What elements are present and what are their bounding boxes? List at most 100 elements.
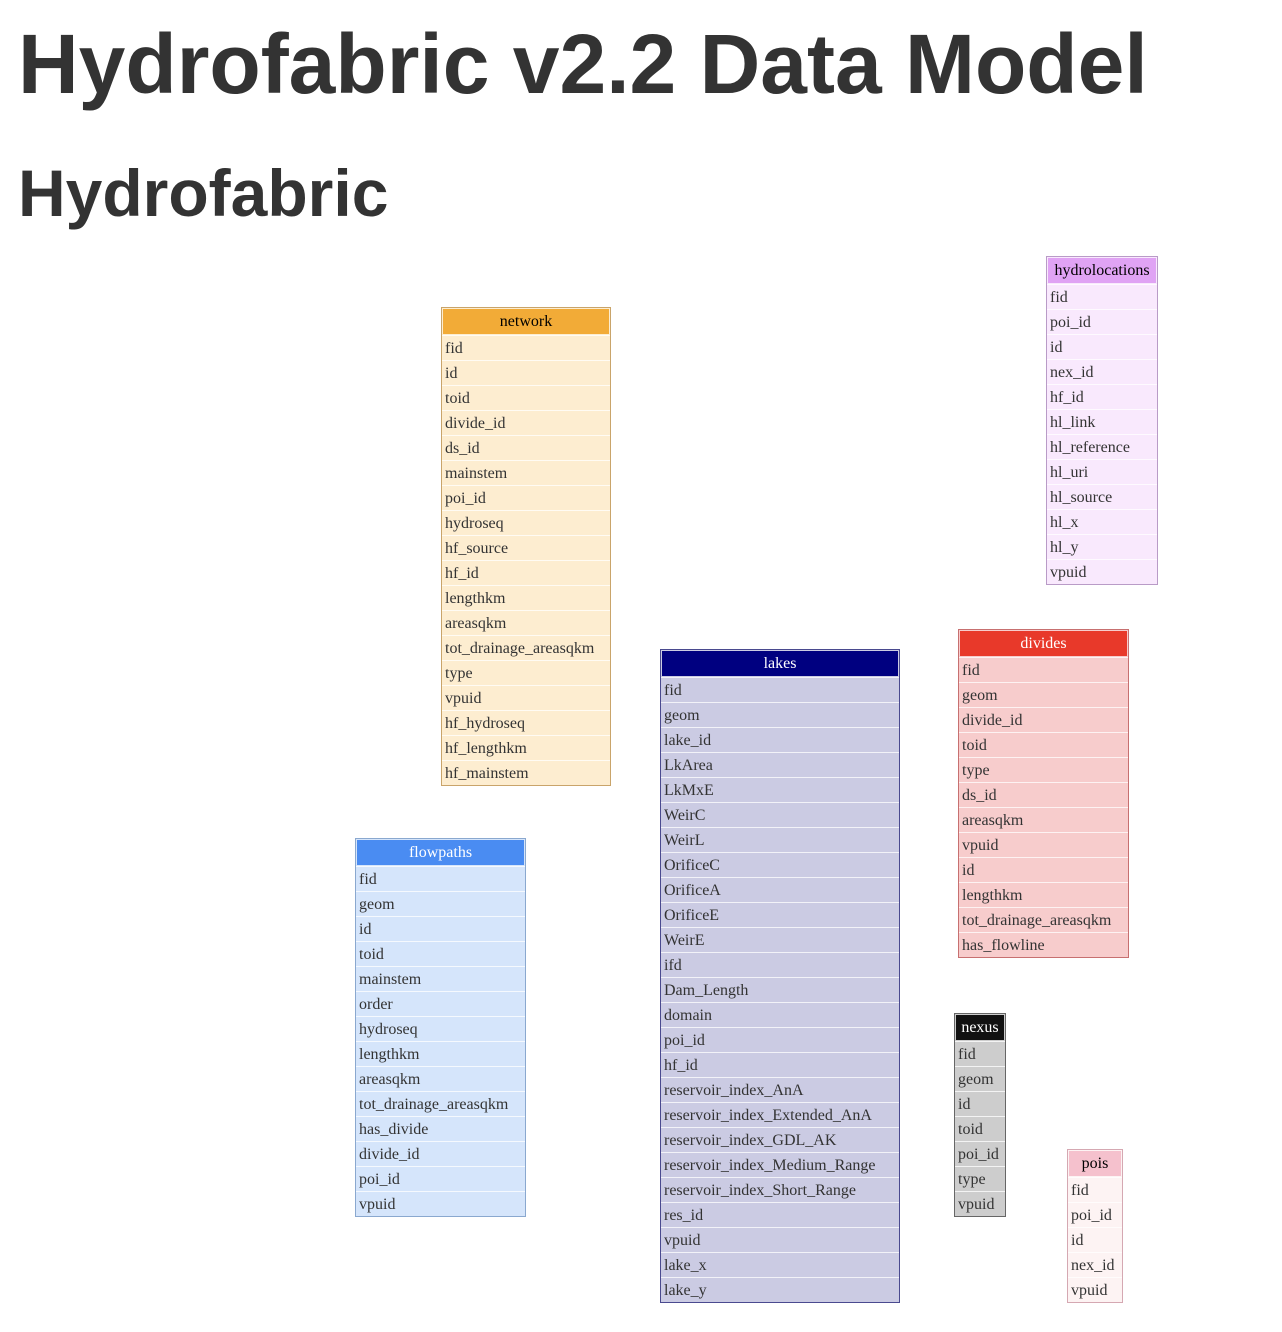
table-hydrolocations: hydrolocations fid poi_id id nex_id hf_id hl_l… <box>1046 256 1158 585</box>
table-field-row: areasqkm <box>959 807 1128 832</box>
table-field-row: reservoir_index_Short_Range <box>661 1177 899 1202</box>
table-field-row: hf_source <box>442 535 610 560</box>
table-field-row: geom <box>955 1066 1005 1091</box>
table-field-row: fid <box>442 335 610 360</box>
table-field-row: type <box>442 660 610 685</box>
table-field-row: tot_drainage_areasqkm <box>959 907 1128 932</box>
table-field-row: poi_id <box>1047 309 1157 334</box>
table-field-row: ds_id <box>959 782 1128 807</box>
table-field-row: hydroseq <box>356 1016 525 1041</box>
table-field-row: hl_link <box>1047 409 1157 434</box>
table-field-row: LkMxE <box>661 777 899 802</box>
table-field-row: hl_uri <box>1047 459 1157 484</box>
table-field-row: type <box>955 1166 1005 1191</box>
table-field-row: Dam_Length <box>661 977 899 1002</box>
table-field-row: toid <box>442 385 610 410</box>
table-field-row: lake_id <box>661 727 899 752</box>
table-field-row: WeirL <box>661 827 899 852</box>
table-field-row: LkArea <box>661 752 899 777</box>
table-field-row: vpuid <box>959 832 1128 857</box>
table-field-row: hl_reference <box>1047 434 1157 459</box>
table-field-row: has_divide <box>356 1116 525 1141</box>
table-field-row: poi_id <box>955 1141 1005 1166</box>
table-field-row: order <box>356 991 525 1016</box>
table-network: network fid id toid divide_id ds_id mainstem po… <box>441 307 611 786</box>
table-field-row: poi_id <box>1068 1202 1122 1227</box>
table-field-row: OrificeE <box>661 902 899 927</box>
table-field-row: geom <box>959 682 1128 707</box>
table-field-row: hf_hydroseq <box>442 710 610 735</box>
table-field-row: poi_id <box>661 1027 899 1052</box>
table-field-row: hl_x <box>1047 509 1157 534</box>
table-field-row: hf_id <box>442 560 610 585</box>
table-field-row: fid <box>955 1041 1005 1066</box>
table-field-row: geom <box>661 702 899 727</box>
table-field-row: areasqkm <box>442 610 610 635</box>
table-header-divides: divides <box>960 631 1127 656</box>
table-field-row: vpuid <box>955 1191 1005 1216</box>
table-field-row: vpuid <box>442 685 610 710</box>
table-field-row: OrificeC <box>661 852 899 877</box>
table-field-row: tot_drainage_areasqkm <box>442 635 610 660</box>
table-field-row: divide_id <box>442 410 610 435</box>
table-field-row: fid <box>661 677 899 702</box>
table-field-row: toid <box>955 1116 1005 1141</box>
table-field-row: fid <box>1047 284 1157 309</box>
table-field-row: WeirC <box>661 802 899 827</box>
table-lakes: lakes fid geom lake_id LkArea LkMxE WeirC WeirL… <box>660 649 900 1303</box>
table-field-row: domain <box>661 1002 899 1027</box>
table-field-row: hf_lengthkm <box>442 735 610 760</box>
table-field-row: toid <box>959 732 1128 757</box>
table-flowpaths: flowpaths fid geom id toid mainstem order hydro… <box>355 838 526 1217</box>
table-field-row: reservoir_index_Medium_Range <box>661 1152 899 1177</box>
table-field-row: poi_id <box>442 485 610 510</box>
table-field-row: reservoir_index_Extended_AnA <box>661 1102 899 1127</box>
table-header-nexus: nexus <box>956 1015 1004 1040</box>
section-title: Hydrofabric <box>18 156 389 230</box>
table-field-row: mainstem <box>356 966 525 991</box>
table-field-row: hydroseq <box>442 510 610 535</box>
table-field-row: ds_id <box>442 435 610 460</box>
table-field-row: hf_id <box>1047 384 1157 409</box>
table-field-row: id <box>959 857 1128 882</box>
table-field-row: lake_y <box>661 1277 899 1302</box>
table-field-row: mainstem <box>442 460 610 485</box>
table-field-row: fid <box>1068 1177 1122 1202</box>
table-field-row: divide_id <box>356 1141 525 1166</box>
table-field-row: lengthkm <box>356 1041 525 1066</box>
table-field-row: lake_x <box>661 1252 899 1277</box>
table-nexus: nexus fid geom id toid poi_id type vpuid <box>954 1013 1006 1217</box>
table-field-row: type <box>959 757 1128 782</box>
table-divides: divides fid geom divide_id toid type ds_id area… <box>958 629 1129 958</box>
table-field-row: id <box>1068 1227 1122 1252</box>
table-field-row: hl_y <box>1047 534 1157 559</box>
table-field-row: vpuid <box>1047 559 1157 584</box>
table-field-row: id <box>356 916 525 941</box>
table-field-row: vpuid <box>661 1227 899 1252</box>
table-field-row: id <box>955 1091 1005 1116</box>
table-field-row: res_id <box>661 1202 899 1227</box>
table-pois: pois fid poi_id id nex_id vpuid <box>1067 1149 1123 1303</box>
table-field-row: vpuid <box>356 1191 525 1216</box>
table-field-row: nex_id <box>1068 1252 1122 1277</box>
table-field-row: tot_drainage_areasqkm <box>356 1091 525 1116</box>
table-field-row: geom <box>356 891 525 916</box>
table-field-row: lengthkm <box>442 585 610 610</box>
table-field-row: toid <box>356 941 525 966</box>
table-field-row: ifd <box>661 952 899 977</box>
table-field-row: nex_id <box>1047 359 1157 384</box>
table-header-hydrolocations: hydrolocations <box>1048 258 1156 283</box>
table-header-flowpaths: flowpaths <box>357 840 524 865</box>
table-field-row: vpuid <box>1068 1277 1122 1302</box>
table-field-row: hf_mainstem <box>442 760 610 785</box>
table-field-row: hf_id <box>661 1052 899 1077</box>
table-header-network: network <box>443 309 609 334</box>
table-field-row: has_flowline <box>959 932 1128 957</box>
table-field-row: areasqkm <box>356 1066 525 1091</box>
table-field-row: reservoir_index_AnA <box>661 1077 899 1102</box>
table-field-row: fid <box>356 866 525 891</box>
table-field-row: OrificeA <box>661 877 899 902</box>
table-field-row: hl_source <box>1047 484 1157 509</box>
table-header-lakes: lakes <box>662 651 898 676</box>
table-field-row: reservoir_index_GDL_AK <box>661 1127 899 1152</box>
